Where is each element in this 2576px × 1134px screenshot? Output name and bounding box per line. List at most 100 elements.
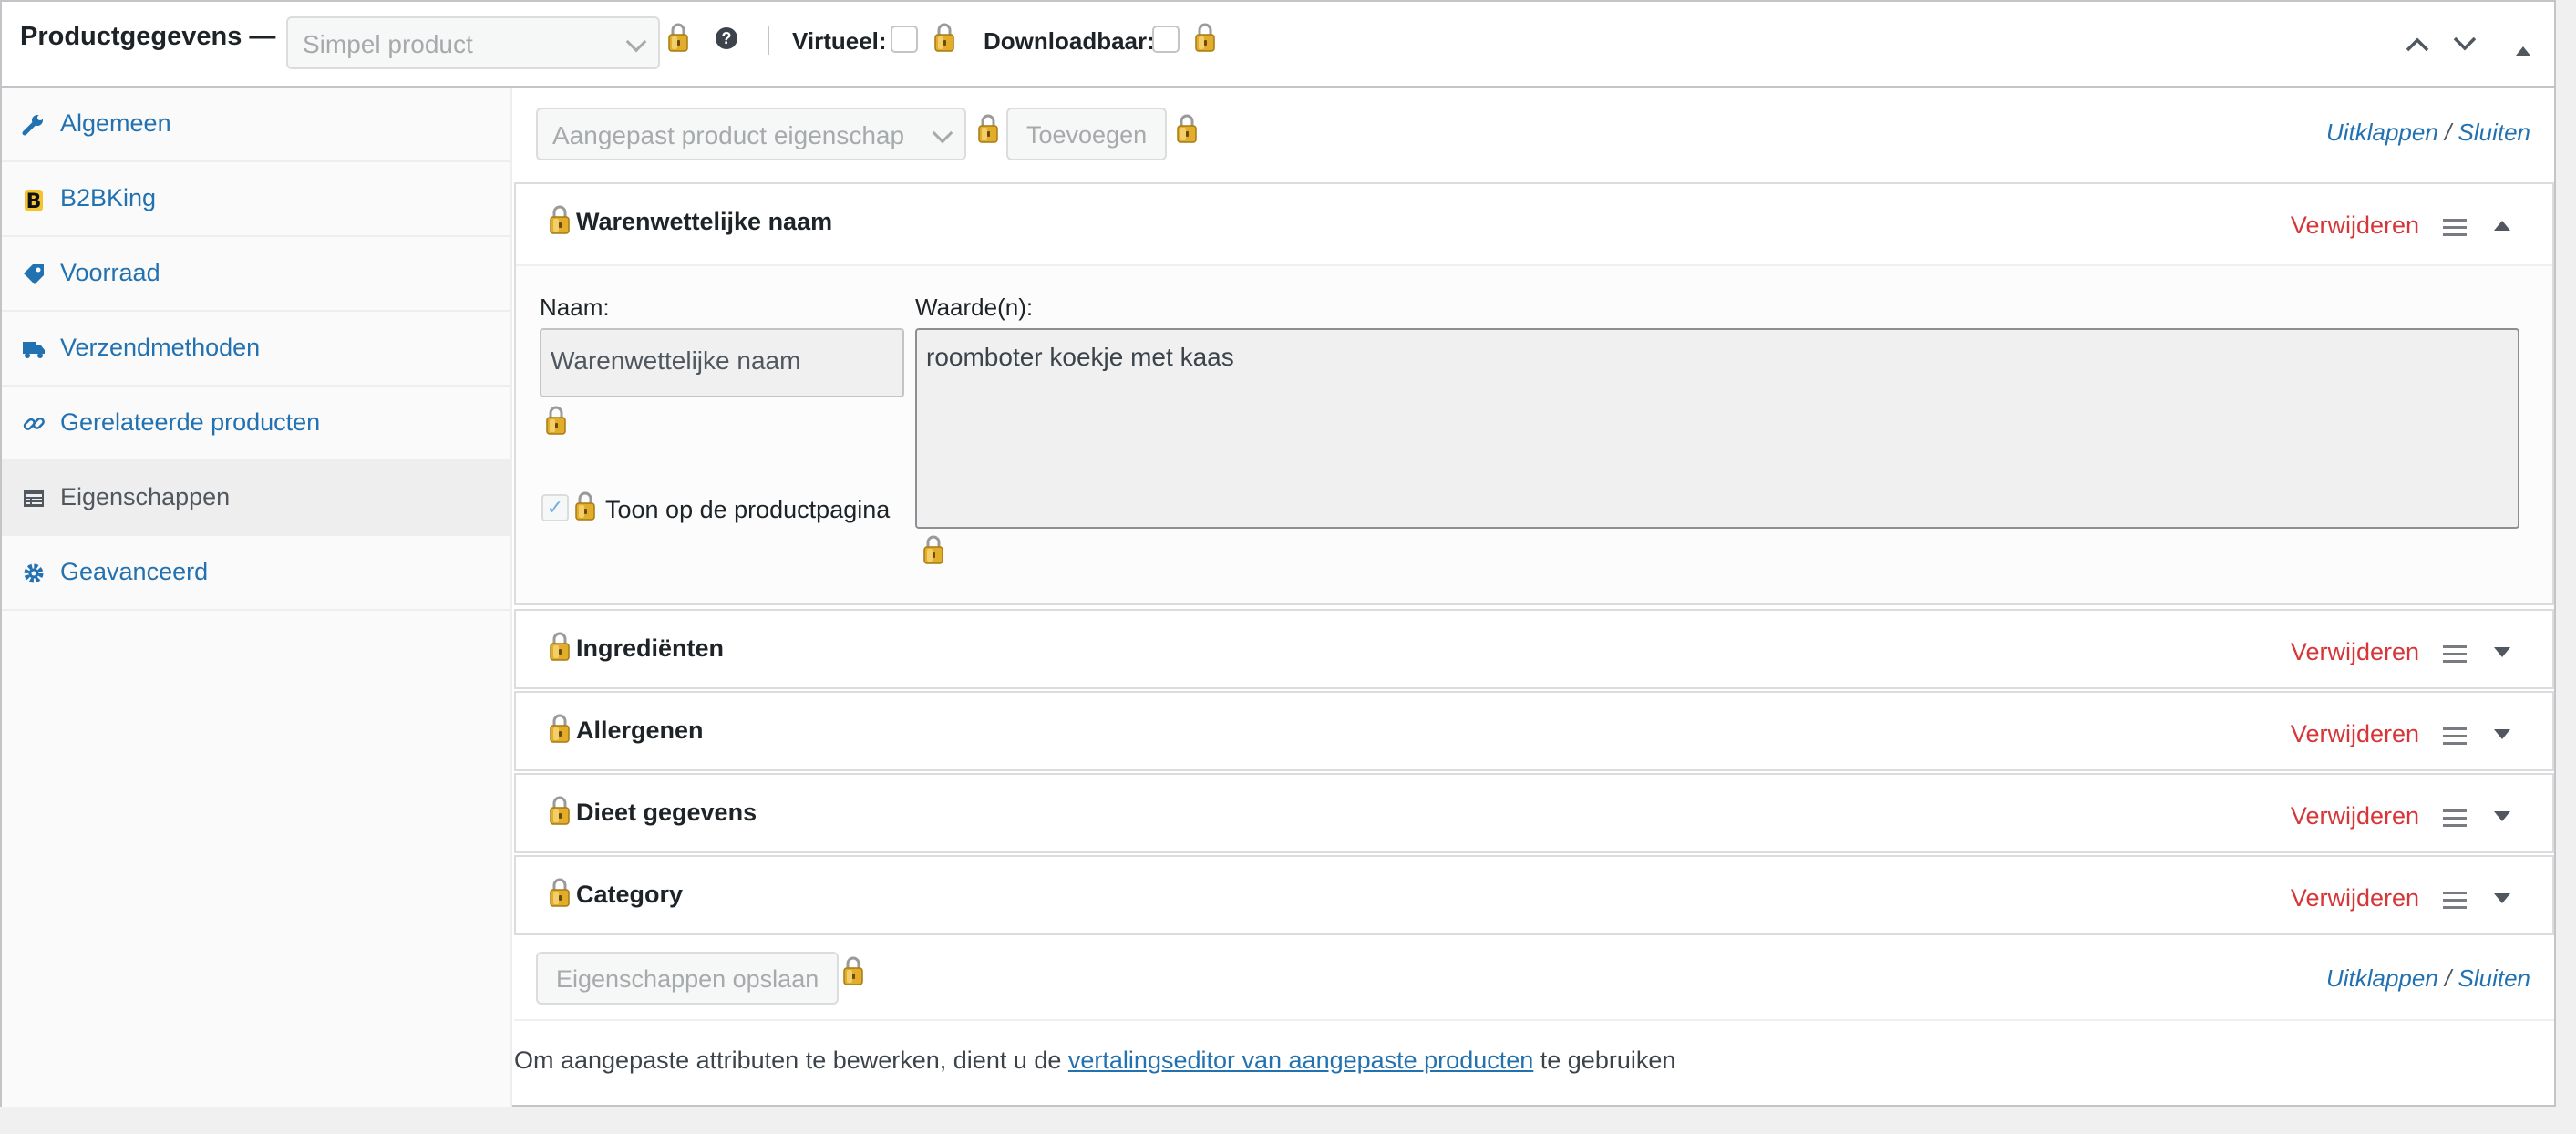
attributes-footer: Eigenschappen opslaan Uitklappen / Sluit…: [514, 937, 2554, 1021]
attribute-header[interactable]: Warenwettelijke naam Verwijderen: [516, 184, 2552, 264]
attribute-name: Category: [576, 881, 684, 908]
attribute-row: Dieet gegevens Verwijderen: [514, 773, 2554, 853]
tab-label: B2BKing: [60, 184, 157, 211]
remove-attribute-link[interactable]: Verwijderen: [2291, 211, 2419, 240]
list-table-icon: [22, 487, 46, 510]
expand-arrow-icon[interactable]: [2494, 647, 2510, 657]
name-label: Naam:: [540, 294, 610, 321]
wrench-icon: [22, 113, 46, 137]
attribute-row: Allergenen Verwijderen: [514, 691, 2554, 771]
attribute-name: Dieet gegevens: [576, 799, 757, 826]
attribute-header[interactable]: Dieet gegevens Verwijderen: [516, 775, 2552, 855]
attribute-row: Ingrediënten Verwijderen: [514, 609, 2554, 689]
chevron-down-icon: [932, 122, 953, 144]
remove-attribute-link[interactable]: Verwijderen: [2291, 802, 2419, 830]
add-attribute-button[interactable]: Toevoegen: [1006, 108, 1168, 160]
drag-handle-icon[interactable]: [2443, 645, 2467, 667]
downloadable-checkbox[interactable]: [1152, 26, 1180, 53]
tab-inventory[interactable]: Voorraad: [2, 237, 512, 312]
b2bking-logo-icon: B: [22, 188, 46, 213]
attribute-header[interactable]: Ingrediënten Verwijderen: [516, 611, 2552, 691]
virtual-checkbox[interactable]: [891, 26, 918, 53]
move-down-icon[interactable]: [2452, 29, 2478, 60]
expand-close-separator: /: [2445, 119, 2458, 146]
remove-attribute-link[interactable]: Verwijderen: [2291, 884, 2419, 912]
tab-attributes[interactable]: Eigenschappen: [2, 461, 512, 536]
expand-close-links: Uitklappen / Sluiten: [2326, 119, 2530, 147]
note-suffix: te gebruiken: [1533, 1046, 1676, 1074]
lock-icon: [549, 631, 571, 662]
tab-b2bking[interactable]: B B2BKing: [2, 162, 512, 237]
drag-handle-icon[interactable]: [2443, 727, 2467, 749]
remove-attribute-link[interactable]: Verwijderen: [2291, 638, 2419, 666]
attribute-values-textarea[interactable]: roomboter koekje met kaas: [915, 328, 2519, 529]
expand-close-links: Uitklappen / Sluiten: [2326, 964, 2530, 993]
lock-icon: [977, 113, 999, 144]
attribute-name-input[interactable]: Warenwettelijke naam: [540, 328, 904, 397]
values-label: Waarde(n):: [915, 294, 1034, 321]
lock-icon: [549, 877, 571, 908]
tab-label: Eigenschappen: [60, 483, 231, 510]
tag-icon: [22, 263, 46, 286]
expand-close-separator: /: [2445, 964, 2458, 992]
expand-all-link[interactable]: Uitklappen: [2326, 964, 2438, 992]
tab-label: Algemeen: [60, 109, 171, 137]
lock-icon: [842, 955, 864, 986]
remove-attribute-link[interactable]: Verwijderen: [2291, 720, 2419, 748]
move-up-icon[interactable]: [2405, 29, 2430, 60]
attribute-name: Allergenen: [576, 716, 704, 744]
drag-handle-icon[interactable]: [2443, 219, 2467, 241]
collapse-panel-icon[interactable]: [2514, 33, 2532, 64]
drag-handle-icon[interactable]: [2443, 809, 2467, 831]
tab-linked-products[interactable]: Gerelateerde producten: [2, 387, 512, 461]
virtual-label: Virtueel:: [792, 27, 887, 55]
product-data-panel: Productgegevens — Simpel product ? Virtu…: [0, 0, 2556, 1107]
chevron-down-icon: [625, 31, 647, 53]
expand-arrow-icon[interactable]: [2494, 893, 2510, 903]
visible-on-product-page-checkbox[interactable]: ✓: [541, 494, 569, 521]
tab-advanced[interactable]: Geavanceerd: [2, 536, 512, 611]
lock-icon: [545, 405, 567, 436]
product-type-select[interactable]: Simpel product: [286, 16, 660, 69]
note-prefix: Om aangepaste attributen te bewerken, di…: [514, 1046, 1068, 1074]
attribute-type-select[interactable]: Aangepast product eigenschap: [536, 108, 966, 160]
expand-all-link[interactable]: Uitklappen: [2326, 119, 2438, 146]
tab-general[interactable]: Algemeen: [2, 88, 512, 162]
tab-label: Verzendmethoden: [60, 334, 261, 361]
lock-icon: [1194, 22, 1216, 53]
attribute-header[interactable]: Category Verwijderen: [516, 857, 2552, 937]
attribute-row-expanded: Warenwettelijke naam Verwijderen Naam: W…: [514, 182, 2554, 605]
attribute-name: Warenwettelijke naam: [576, 208, 833, 235]
lock-icon: [549, 204, 571, 235]
attribute-name: Ingrediënten: [576, 634, 725, 662]
attribute-type-value: Aangepast product eigenschap: [552, 121, 905, 149]
translation-editor-link[interactable]: vertalingseditor van aangepaste producte…: [1068, 1046, 1533, 1074]
help-icon[interactable]: ?: [716, 27, 737, 49]
lock-icon: [549, 713, 571, 744]
collapse-arrow-icon[interactable]: [2494, 221, 2510, 231]
product-type-value: Simpel product: [303, 30, 473, 58]
expand-arrow-icon[interactable]: [2494, 729, 2510, 739]
lock-icon: [922, 534, 944, 565]
panel-title: Productgegevens —: [20, 22, 276, 51]
header-divider: [768, 26, 769, 55]
lock-icon: [667, 22, 689, 53]
attribute-header[interactable]: Allergenen Verwijderen: [516, 693, 2552, 773]
tab-label: Geavanceerd: [60, 558, 209, 585]
save-attributes-button[interactable]: Eigenschappen opslaan: [536, 952, 840, 1005]
lock-icon: [549, 795, 571, 826]
tab-shipping[interactable]: Verzendmethoden: [2, 312, 512, 387]
translation-note: Om aangepaste attributen te bewerken, di…: [514, 1046, 1675, 1075]
tab-label: Voorraad: [60, 259, 160, 286]
close-all-link[interactable]: Sluiten: [2458, 964, 2531, 992]
gear-icon: [22, 562, 46, 585]
tab-label: Gerelateerde producten: [60, 408, 321, 436]
attribute-row: Category Verwijderen: [514, 855, 2554, 935]
attributes-toolbar: Aangepast product eigenschap Toevoegen U…: [514, 88, 2554, 184]
close-all-link[interactable]: Sluiten: [2458, 119, 2531, 146]
link-icon: [22, 412, 46, 436]
lock-icon: [1176, 113, 1198, 144]
drag-handle-icon[interactable]: [2443, 892, 2467, 913]
expand-arrow-icon[interactable]: [2494, 811, 2510, 821]
downloadable-label: Downloadbaar:: [984, 27, 1155, 55]
